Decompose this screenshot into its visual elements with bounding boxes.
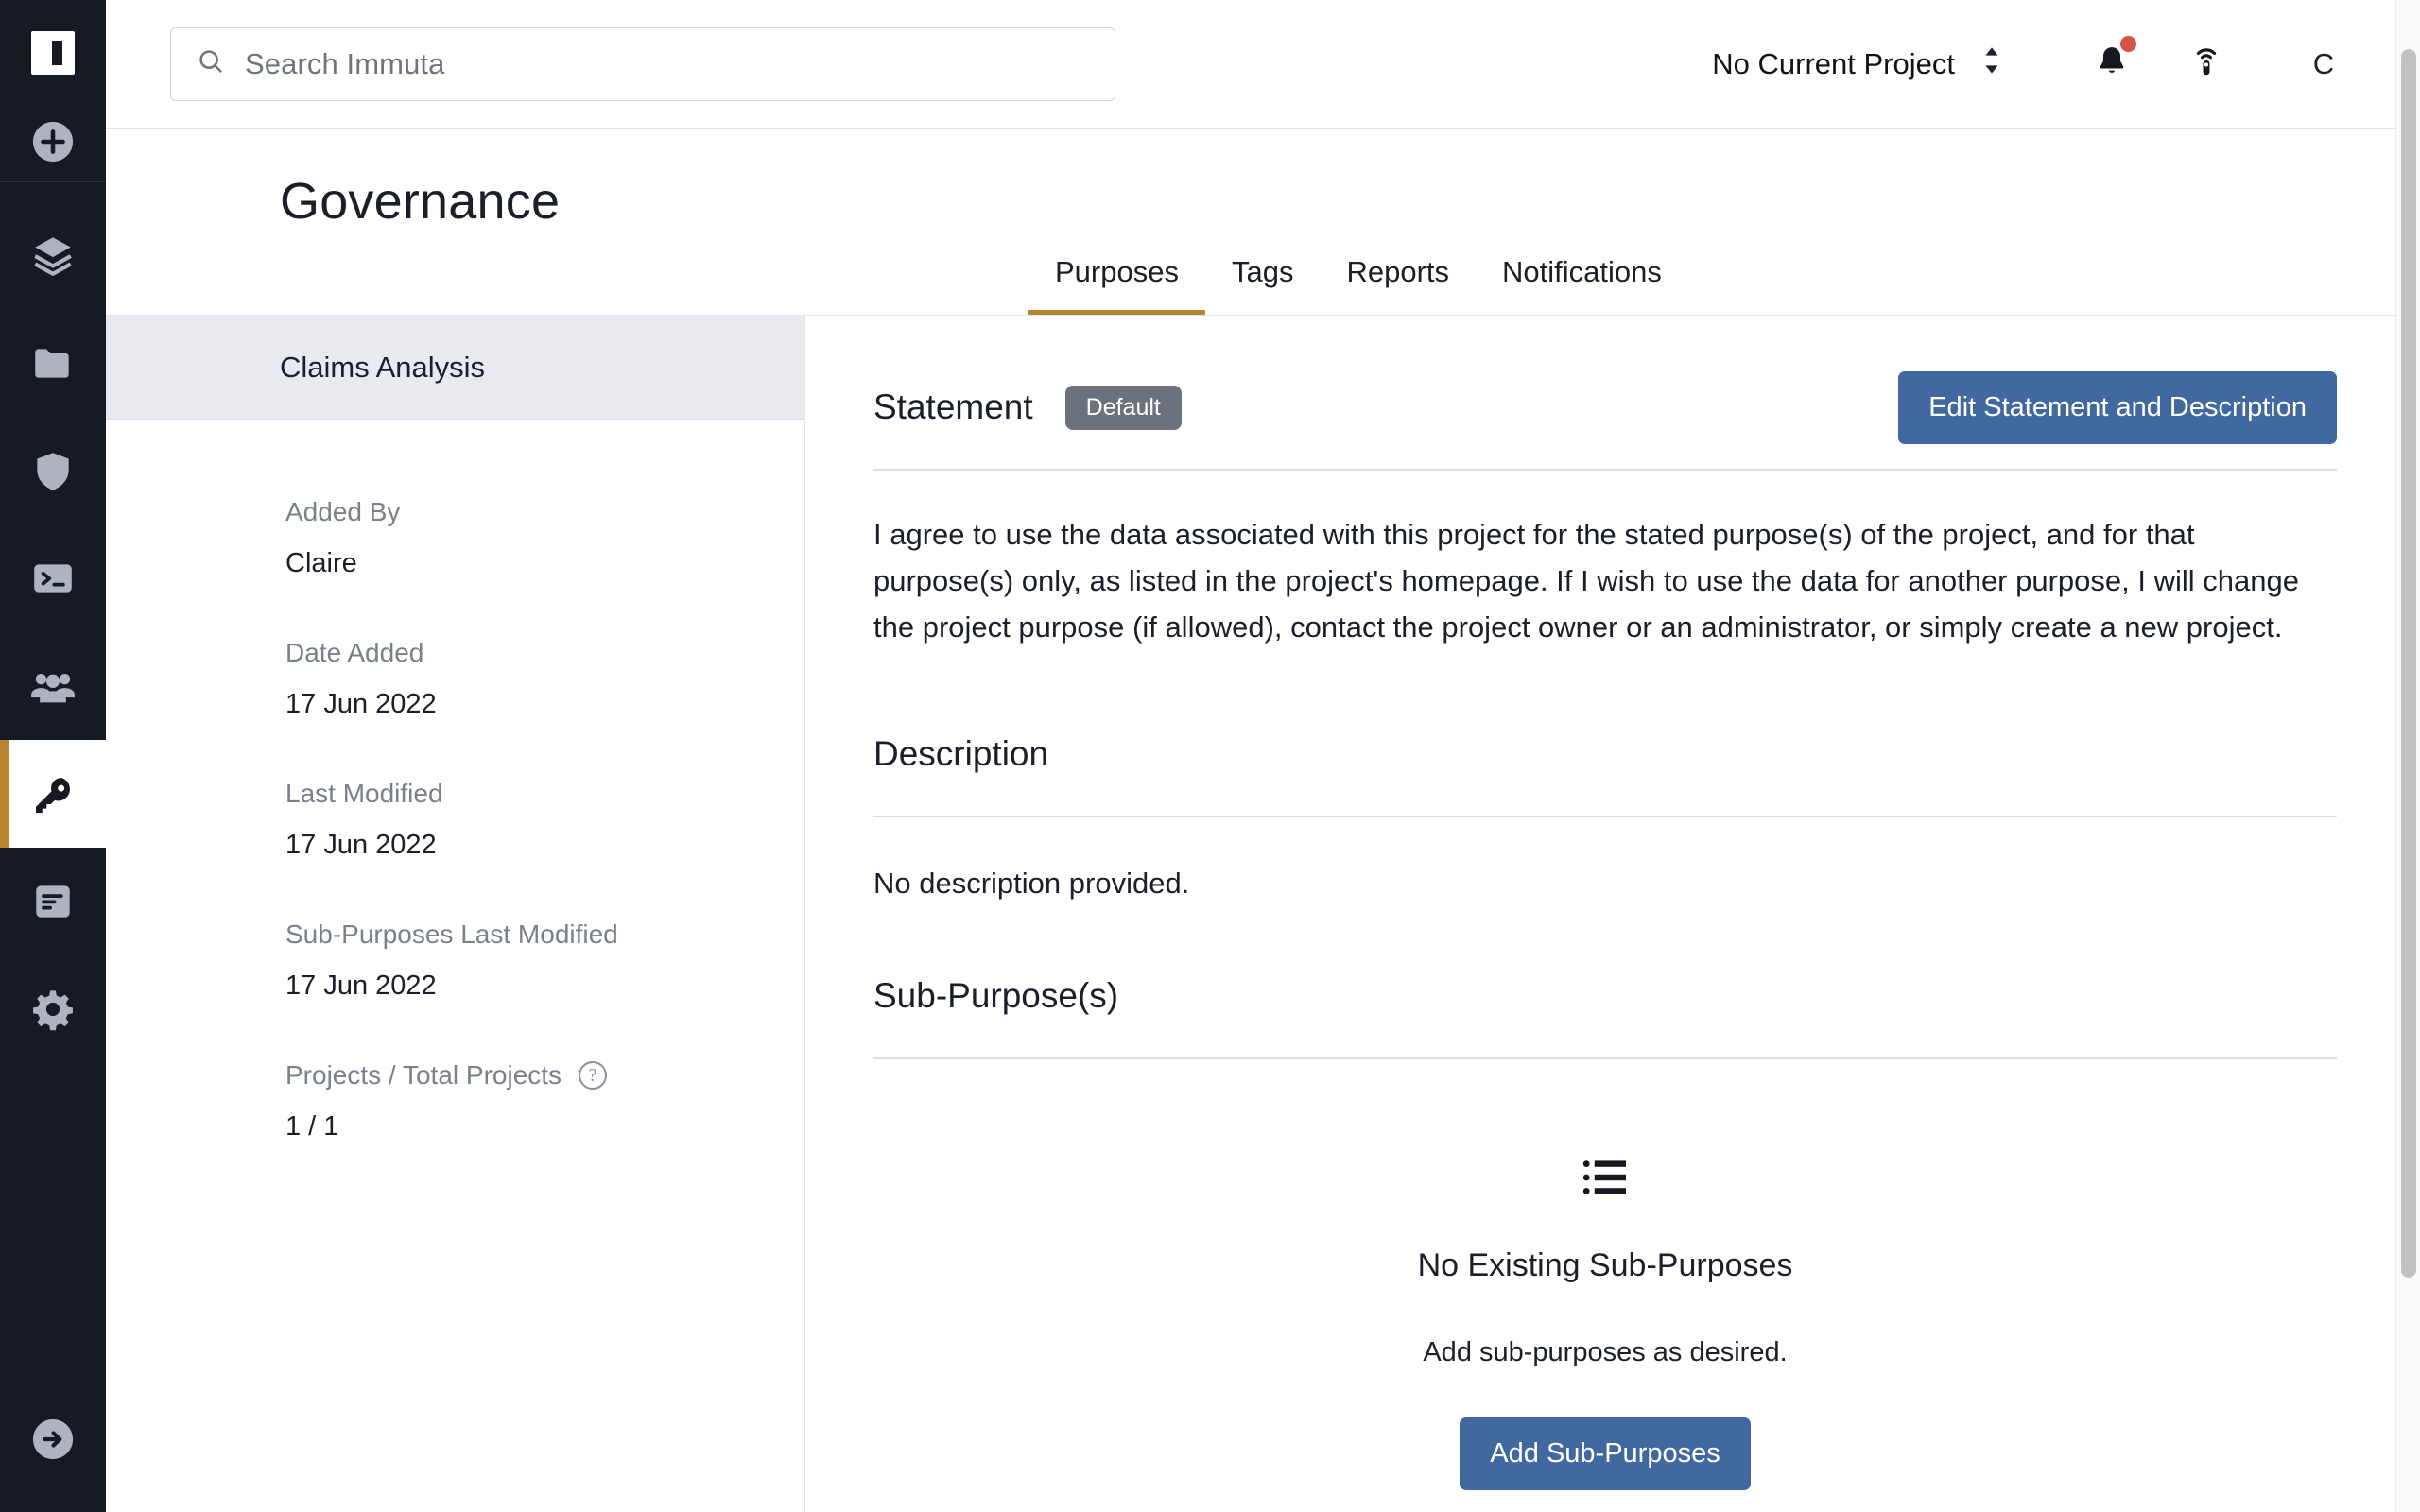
help-circle-icon[interactable]: ? — [579, 1061, 608, 1090]
sidebar-item-sign-out[interactable] — [0, 1370, 106, 1512]
tab-purposes[interactable]: Purposes — [1028, 255, 1205, 315]
tab-tags[interactable]: Tags — [1205, 255, 1320, 315]
immuta-logo — [31, 31, 75, 75]
purpose-name: Claims Analysis — [280, 350, 486, 384]
logo-bar — [52, 41, 62, 65]
page-header: Governance Purposes Tags Reports Notific… — [106, 129, 2420, 316]
project-selector[interactable]: No Current Project — [1712, 43, 2004, 85]
avatar-initial: C — [2312, 46, 2335, 80]
list-icon — [1582, 1158, 1628, 1202]
project-selector-label: No Current Project — [1712, 46, 1955, 80]
status-badge: Default — [1064, 385, 1182, 430]
plus-circle-icon — [31, 120, 75, 168]
beacon-icon — [2188, 43, 2224, 84]
top-bar-actions: No Current Project C — [1712, 28, 2360, 100]
users-icon — [28, 662, 78, 711]
edit-statement-and-description-button[interactable]: Edit Statement and Description — [1898, 370, 2337, 444]
notifications-button[interactable] — [2076, 28, 2148, 100]
purpose-detail-panel: Claims Analysis Added By Claire Date Add… — [106, 316, 805, 1512]
description-text: No description provided. — [873, 866, 1190, 900]
terminal-icon — [29, 555, 77, 602]
sub-purposes-divider — [873, 1057, 2337, 1059]
field-label: Last Modified — [285, 779, 443, 808]
statement-header: Statement Default Edit Statement and Des… — [873, 370, 2337, 444]
field-last-modified: Last Modified 17 Jun 2022 — [285, 779, 804, 861]
description-divider — [873, 815, 2337, 817]
statement-text: I agree to use the data associated with … — [873, 518, 2299, 644]
field-projects-total-projects: Projects / Total Projects ? 1 / 1 — [285, 1060, 804, 1143]
top-bar: Search Immuta No Current Project C — [106, 0, 2420, 129]
field-label: Added By — [285, 497, 401, 526]
sidebar-item-audit[interactable] — [0, 848, 106, 955]
folder-icon — [29, 339, 77, 387]
key-icon — [28, 769, 78, 818]
tab-reports[interactable]: Reports — [1320, 255, 1476, 315]
document-icon — [29, 878, 77, 925]
field-value: 17 Jun 2022 — [285, 830, 437, 860]
sub-purposes-empty-state: No Existing Sub-Purposes Add sub-purpose… — [873, 1158, 2337, 1490]
field-label: Sub-Purposes Last Modified — [285, 919, 618, 949]
description-header: Description — [873, 717, 2337, 791]
field-label-row: Projects / Total Projects ? — [285, 1060, 804, 1091]
arrow-right-circle-icon — [31, 1418, 75, 1466]
empty-state-title: No Existing Sub-Purposes — [1417, 1246, 1793, 1283]
search-icon — [196, 46, 226, 81]
purpose-metadata-list: Added By Claire Date Added 17 Jun 2022 L… — [106, 420, 804, 1201]
field-value: 17 Jun 2022 — [285, 971, 437, 1001]
main-region: Search Immuta No Current Project C Gover… — [106, 0, 2420, 1512]
search-placeholder: Search Immuta — [245, 46, 445, 80]
sidebar-item-projects[interactable] — [0, 309, 106, 417]
app-root: Search Immuta No Current Project C Gover… — [0, 0, 2420, 1512]
sidebar-logo-button[interactable] — [0, 0, 106, 106]
field-value: 1 / 1 — [285, 1111, 339, 1142]
tab-bar: Purposes Tags Reports Notifications — [106, 255, 2420, 316]
field-value: 17 Jun 2022 — [285, 689, 437, 719]
sidebar-nav-group — [0, 182, 106, 1063]
page-body: Claims Analysis Added By Claire Date Add… — [106, 316, 2420, 1512]
sidebar-item-add[interactable] — [0, 106, 106, 181]
avatar[interactable]: C — [2288, 28, 2360, 100]
notification-badge — [2120, 35, 2136, 52]
sidebar-item-people[interactable] — [0, 632, 106, 740]
field-label: Projects / Total Projects — [285, 1060, 562, 1090]
sidebar-item-settings[interactable] — [0, 955, 106, 1063]
broadcast-button[interactable] — [2170, 28, 2242, 100]
description-title: Description — [873, 733, 1049, 773]
field-date-added: Date Added 17 Jun 2022 — [285, 638, 804, 720]
sidebar-item-data-sources[interactable] — [0, 201, 106, 309]
statement-divider — [873, 469, 2337, 471]
sub-purposes-title: Sub-Purpose(s) — [873, 975, 1119, 1015]
sidebar-item-query-engine[interactable] — [0, 524, 106, 632]
vertical-scrollbar[interactable] — [2395, 0, 2420, 1512]
shield-icon — [29, 447, 77, 494]
sub-purposes-header: Sub-Purpose(s) — [873, 959, 2337, 1033]
search-input[interactable]: Search Immuta — [170, 26, 1115, 101]
scrollbar-thumb[interactable] — [2401, 49, 2416, 1278]
primary-sidebar — [0, 0, 106, 1512]
sidebar-item-policies[interactable] — [0, 417, 106, 524]
layers-icon — [29, 232, 77, 279]
purpose-content: Statement Default Edit Statement and Des… — [805, 316, 2420, 1512]
sidebar-item-governance[interactable] — [0, 740, 106, 848]
purpose-detail-header: Claims Analysis — [106, 316, 804, 420]
page-title: Governance — [280, 173, 561, 230]
chevron-updown-icon — [1979, 43, 2004, 85]
field-value: Claire — [285, 548, 357, 578]
add-sub-purposes-button[interactable]: Add Sub-Purposes — [1460, 1417, 1751, 1490]
field-label: Date Added — [285, 638, 424, 667]
field-added-by: Added By Claire — [285, 497, 804, 579]
gear-icon — [29, 986, 77, 1033]
statement-title: Statement — [873, 387, 1033, 426]
empty-state-subtitle: Add sub-purposes as desired. — [1423, 1336, 1788, 1367]
field-sub-purposes-last-modified: Sub-Purposes Last Modified 17 Jun 2022 — [285, 919, 804, 1002]
tab-notifications[interactable]: Notifications — [1476, 255, 1688, 315]
